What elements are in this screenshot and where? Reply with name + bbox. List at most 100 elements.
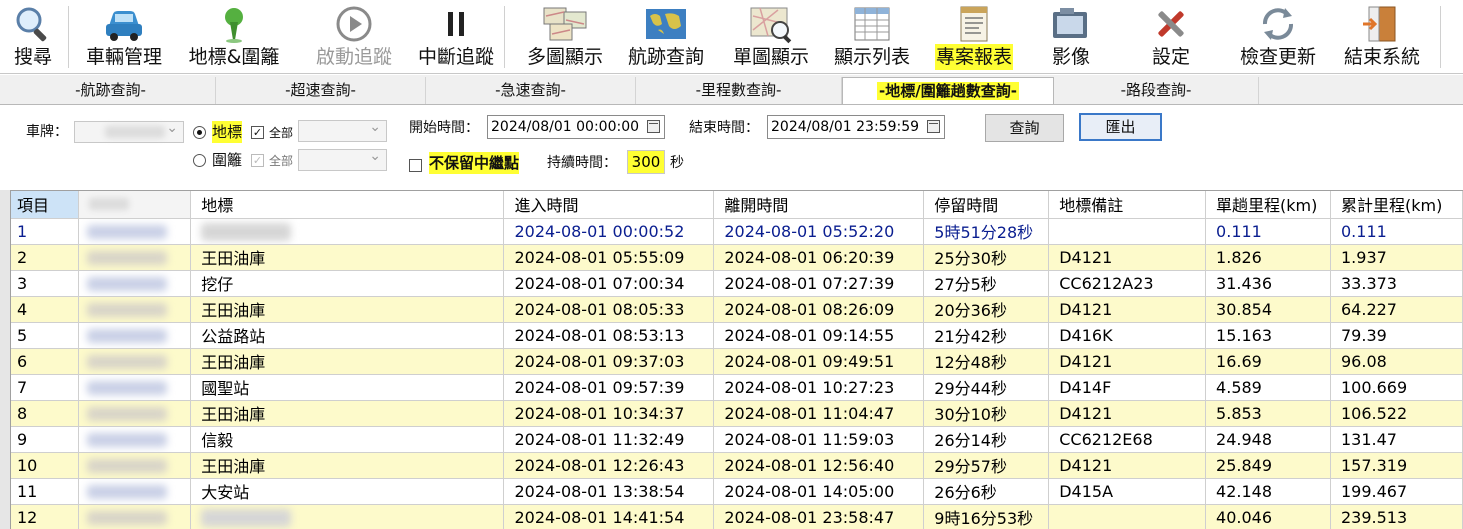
table-row[interactable]: 6 王田油庫 2024-08-01 09:37:03 2024-08-01 09:49…: [11, 348, 1463, 375]
cell-total: 157.319: [1330, 452, 1463, 479]
column-header[interactable]: 累計里程(km): [1330, 191, 1463, 219]
cell-no: 6: [11, 348, 80, 375]
fence-radio-label: 圍籬: [212, 151, 243, 169]
toolbar-button-label: 結束系統: [1343, 46, 1420, 68]
calendar-icon[interactable]: [927, 120, 940, 133]
column-header[interactable]: 地標備註: [1048, 191, 1207, 219]
tab-2[interactable]: -急速查詢-: [426, 77, 636, 104]
toolbar-button-3[interactable]: 啟動追蹤: [306, 0, 402, 74]
cell-no: 7: [11, 374, 80, 401]
refresh-icon: [1255, 4, 1301, 44]
table-row[interactable]: 7 國聖站 2024-08-01 09:57:39 2024-08-01 10:27:…: [11, 374, 1463, 401]
cell-trip: 24.948: [1205, 426, 1331, 453]
toolbar-button-0[interactable]: 搜尋: [4, 0, 62, 74]
tab-label: -地標/圍籬趟數查詢-: [877, 82, 1019, 100]
fence-select[interactable]: [298, 148, 387, 171]
landmark-radio-label: 地標: [212, 121, 243, 143]
map-pin-icon: [211, 4, 257, 44]
query-tabs: -航跡查詢- -超速查詢- -急速查詢- -里程數查詢- -地標/圍籬趟數查詢- -路段查…: [0, 75, 1463, 105]
duration-unit: 秒: [670, 155, 684, 171]
map-zoom-icon: [748, 4, 794, 44]
cell-landmark: 王田油庫: [190, 244, 505, 271]
column-header[interactable]: 進入時間: [503, 191, 715, 219]
toolbar-button-13[interactable]: 結束系統: [1334, 0, 1430, 74]
multi-map-icon: [542, 4, 588, 44]
exit-door-icon: [1359, 4, 1405, 44]
cell-no: 4: [11, 296, 80, 323]
query-button[interactable]: 查詢: [985, 114, 1064, 142]
no-relay-checkbox[interactable]: [409, 159, 422, 172]
main-toolbar: 搜尋 車輛管理 地標&圍籬 啟動追蹤 中斷追蹤 多圖顯示 航跡查詢 單圖顯示 顯示列表 專案報表 影…: [0, 0, 1463, 74]
tab-3[interactable]: -里程數查詢-: [636, 77, 842, 104]
export-button[interactable]: 匯出: [1079, 113, 1162, 141]
cell-note: D4121: [1048, 244, 1207, 271]
table-row[interactable]: 5 公益路站 2024-08-01 08:53:13 2024-08-01 09:14…: [11, 322, 1463, 349]
table-row[interactable]: 12 2024-08-01 14:41:54 2024-08-01 23:58:47…: [11, 504, 1463, 529]
duration-input[interactable]: 300: [627, 150, 665, 174]
table-row[interactable]: 11 大安站 2024-08-01 13:38:54 2024-08-01 14:05…: [11, 478, 1463, 505]
filter-panel: 車牌： 地標 ✓ 全部 圍籬 ✓ 全部 開始時間： 2024/08/01 00:…: [0, 105, 1463, 188]
cell-landmark: 王田油庫: [190, 296, 505, 323]
plate-cell-redacted: [78, 400, 192, 427]
column-header[interactable]: [78, 191, 192, 219]
cell-stay: 30分10秒: [923, 400, 1050, 427]
toolbar-button-1[interactable]: 車輛管理: [78, 0, 170, 74]
table-row[interactable]: 8 王田油庫 2024-08-01 10:34:37 2024-08-01 11:04…: [11, 400, 1463, 427]
tab-1[interactable]: -超速查詢-: [216, 77, 426, 104]
toolbar-separator: [68, 6, 69, 68]
cell-landmark: 公益路站: [190, 322, 505, 349]
start-time-picker[interactable]: 2024/08/01 00:00:00: [487, 115, 665, 139]
cell-note: D4121: [1048, 348, 1207, 375]
cell-leave: 2024-08-01 11:59:03: [713, 426, 925, 453]
fence-all-checkbox[interactable]: ✓: [251, 154, 264, 167]
toolbar-button-label: 顯示列表: [833, 46, 910, 68]
table-row[interactable]: 1 2024-08-01 00:00:52 2024-08-01 05:52:20 5…: [11, 218, 1463, 245]
cell-stay: 26分6秒: [923, 478, 1050, 505]
plate-select[interactable]: [74, 120, 184, 143]
result-grid[interactable]: 項目 地標 進入時間 離開時間 停留時間 地標備註 單趟里程(km) 累計里程(km) 1 20…: [10, 190, 1463, 529]
toolbar-button-9[interactable]: 專案報表: [928, 0, 1020, 74]
toolbar-button-10[interactable]: 影像: [1030, 0, 1112, 74]
cell-note: D4121: [1048, 400, 1207, 427]
plate-cell-redacted: [78, 296, 192, 323]
column-header[interactable]: 單趟里程(km): [1205, 191, 1331, 219]
end-time-picker[interactable]: 2024/08/01 23:59:59: [767, 115, 945, 139]
tools-icon: [1148, 4, 1194, 44]
toolbar-button-11[interactable]: 設定: [1130, 0, 1212, 74]
column-header[interactable]: 停留時間: [923, 191, 1050, 219]
toolbar-button-label: 車輛管理: [85, 46, 162, 68]
magnifier-icon: [10, 4, 56, 44]
toolbar-button-5[interactable]: 多圖顯示: [517, 0, 613, 74]
column-header[interactable]: 項目: [11, 191, 80, 219]
toolbar-button-7[interactable]: 單圖顯示: [725, 0, 817, 74]
tab-0[interactable]: -航跡查詢-: [6, 77, 216, 104]
column-header[interactable]: 地標: [190, 191, 505, 219]
toolbar-button-label: 中斷追蹤: [417, 46, 494, 68]
table-row[interactable]: 2 王田油庫 2024-08-01 05:55:09 2024-08-01 06:20…: [11, 244, 1463, 271]
calendar-icon[interactable]: [647, 120, 660, 133]
toolbar-button-2[interactable]: 地標&圍籬: [182, 0, 286, 74]
tab-5[interactable]: -路段查詢-: [1054, 77, 1259, 104]
table-row[interactable]: 4 王田油庫 2024-08-01 08:05:33 2024-08-01 08:26…: [11, 296, 1463, 323]
landmark-radio[interactable]: [193, 126, 206, 139]
cell-stay: 12分48秒: [923, 348, 1050, 375]
plate-cell-redacted: [78, 374, 192, 401]
column-header[interactable]: 離開時間: [713, 191, 925, 219]
cell-note: D414F: [1048, 374, 1207, 401]
toolbar-button-8[interactable]: 顯示列表: [826, 0, 918, 74]
landmark-select[interactable]: [298, 119, 387, 142]
toolbar-button-12[interactable]: 檢查更新: [1226, 0, 1330, 74]
landmark-all-checkbox[interactable]: ✓: [251, 126, 264, 139]
fence-radio[interactable]: [193, 154, 206, 167]
toolbar-button-6[interactable]: 航跡查詢: [620, 0, 712, 74]
cell-stay: 26分14秒: [923, 426, 1050, 453]
tab-4[interactable]: -地標/圍籬趟數查詢-: [842, 77, 1054, 104]
cell-total: 199.467: [1330, 478, 1463, 505]
table-row[interactable]: 9 信毅 2024-08-01 11:32:49 2024-08-01 11:59:0…: [11, 426, 1463, 453]
cell-no: 9: [11, 426, 80, 453]
toolbar-button-4[interactable]: 中斷追蹤: [408, 0, 504, 74]
table-row[interactable]: 3 挖仔 2024-08-01 07:00:34 2024-08-01 07:27:3…: [11, 270, 1463, 297]
table-row[interactable]: 10 王田油庫 2024-08-01 12:26:43 2024-08-01 12:5…: [11, 452, 1463, 479]
plate-label: 車牌：: [26, 124, 68, 140]
cell-trip: 1.826: [1205, 244, 1331, 271]
